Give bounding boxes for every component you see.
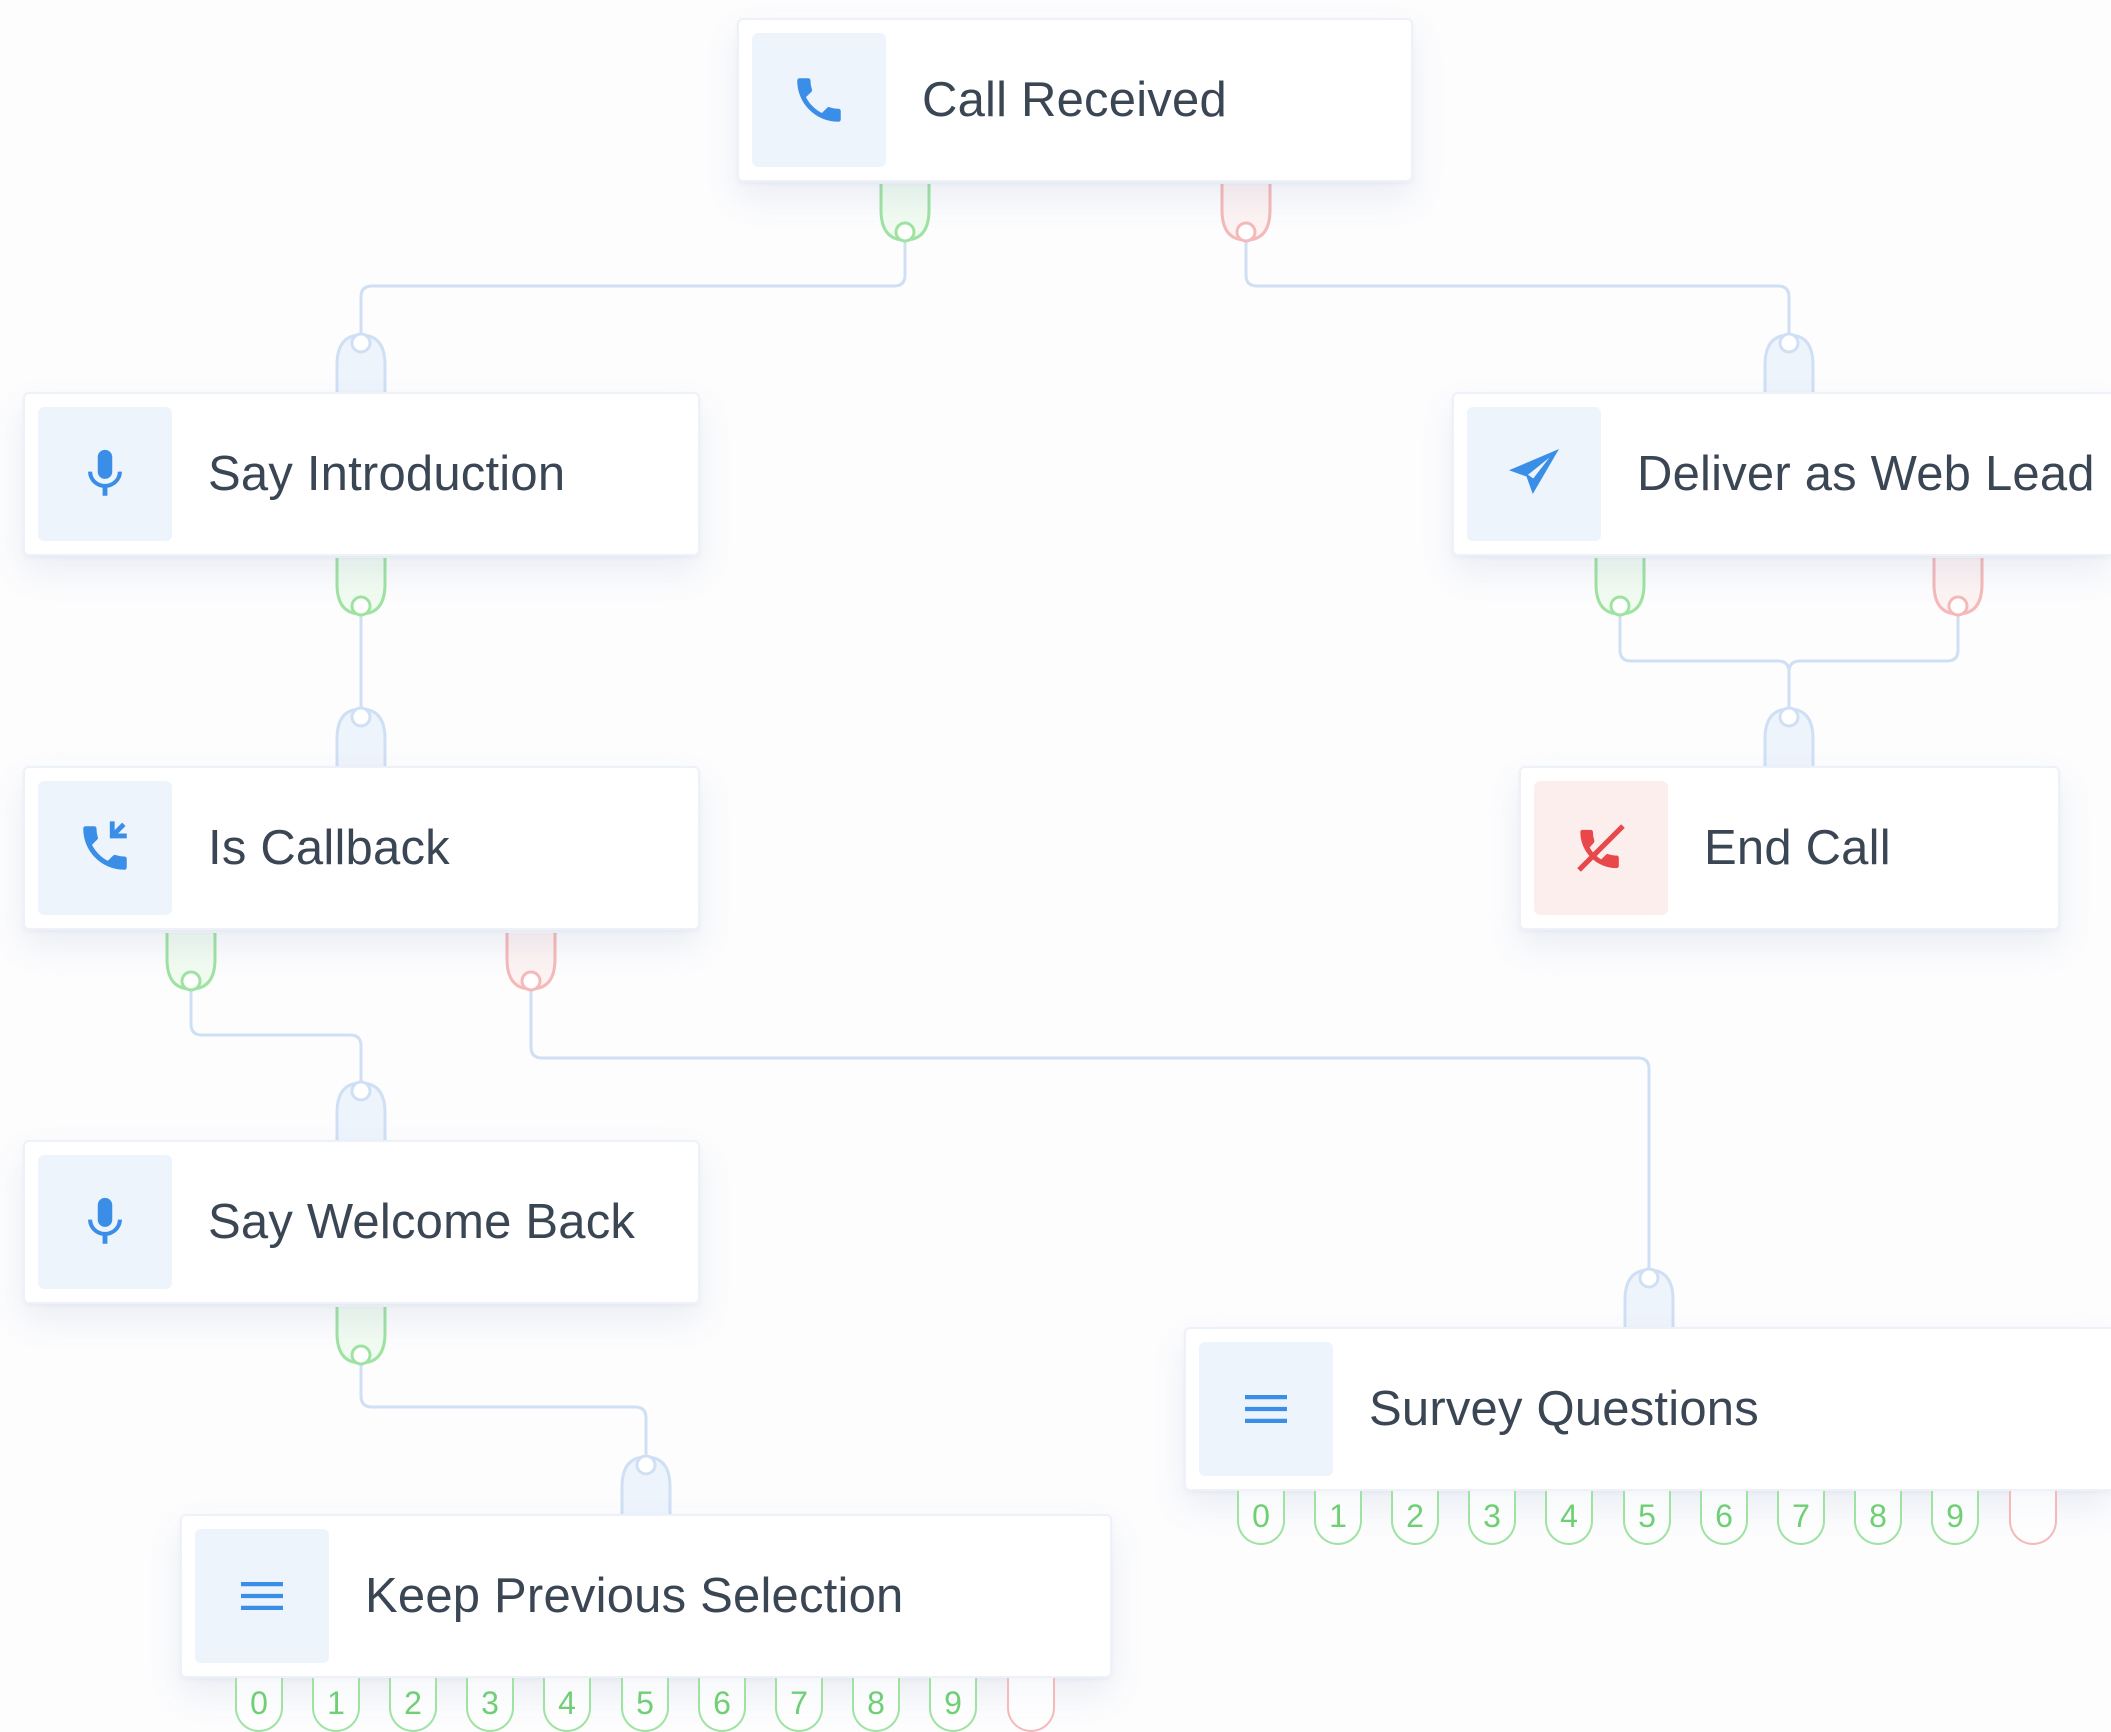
node-label: Keep Previous Selection <box>365 1569 904 1623</box>
connector-say-welcome-back-to-keep-previous <box>359 1355 648 1467</box>
failure-port-is-callback <box>505 933 557 991</box>
success-port-say-introduction <box>335 558 387 616</box>
connector-call-received-to-deliver-web-lead <box>1244 232 1791 345</box>
key-port-5[interactable]: 5 <box>621 1678 669 1732</box>
failure-port-call-received <box>1220 184 1272 242</box>
key-port-5[interactable]: 5 <box>1623 1491 1671 1545</box>
key-port-4[interactable]: 4 <box>543 1678 591 1732</box>
phone-hangup-icon <box>1570 817 1632 879</box>
survey-questions-key-ports: 0 1 2 3 4 5 6 7 8 9 <box>1237 1491 2067 1545</box>
node-label: Call Received <box>922 73 1227 127</box>
success-port-say-welcome-back <box>335 1307 387 1365</box>
keep-previous-key-ports: 0 1 2 3 4 5 6 7 8 9 <box>235 1678 1065 1732</box>
key-port-9[interactable]: 9 <box>1931 1491 1979 1545</box>
connector-deliver-green-to-end-call <box>1618 606 1791 719</box>
failure-port-deliver-web-lead <box>1932 558 1984 616</box>
input-port-deliver-web-lead <box>1763 333 1815 392</box>
key-port-4[interactable]: 4 <box>1545 1491 1593 1545</box>
success-port-call-received <box>879 184 931 242</box>
failure-port-survey-questions[interactable] <box>2009 1491 2057 1545</box>
phone-icon <box>790 71 848 129</box>
success-port-deliver-web-lead <box>1594 558 1646 616</box>
node-icon-box <box>38 781 172 915</box>
menu-lines-icon <box>234 1568 290 1624</box>
node-label: Survey Questions <box>1369 1382 1759 1436</box>
menu-lines-icon <box>1238 1381 1294 1437</box>
key-port-7[interactable]: 7 <box>1777 1491 1825 1545</box>
key-port-8[interactable]: 8 <box>852 1678 900 1732</box>
input-port-say-introduction <box>335 333 387 392</box>
input-port-keep-previous <box>620 1455 672 1514</box>
key-port-3[interactable]: 3 <box>466 1678 514 1732</box>
key-port-1[interactable]: 1 <box>1314 1491 1362 1545</box>
key-port-7[interactable]: 7 <box>775 1678 823 1732</box>
connector-call-received-to-say-introduction <box>359 232 907 345</box>
node-keep-previous-selection[interactable]: Keep Previous Selection <box>180 1514 1112 1678</box>
node-label: Say Introduction <box>208 447 566 501</box>
node-end-call[interactable]: End Call <box>1519 766 2060 930</box>
node-deliver-web-lead[interactable]: Deliver as Web Lead <box>1452 392 2111 556</box>
failure-port-keep-previous[interactable] <box>1007 1678 1055 1732</box>
node-say-welcome-back[interactable]: Say Welcome Back <box>23 1140 700 1304</box>
key-port-3[interactable]: 3 <box>1468 1491 1516 1545</box>
key-port-2[interactable]: 2 <box>1391 1491 1439 1545</box>
node-icon-box <box>38 1155 172 1289</box>
node-label: Say Welcome Back <box>208 1195 636 1249</box>
node-survey-questions[interactable]: Survey Questions <box>1184 1327 2111 1491</box>
node-icon-box <box>38 407 172 541</box>
key-port-6[interactable]: 6 <box>698 1678 746 1732</box>
microphone-icon <box>76 1193 134 1251</box>
microphone-icon <box>76 445 134 503</box>
node-icon-box <box>1534 781 1668 915</box>
phone-callback-icon <box>76 819 134 877</box>
connector-is-callback-to-say-welcome-back <box>189 981 363 1093</box>
node-icon-box <box>752 33 886 167</box>
node-is-callback[interactable]: Is Callback <box>23 766 700 930</box>
node-icon-box <box>195 1529 329 1663</box>
success-port-is-callback <box>165 933 217 991</box>
key-port-6[interactable]: 6 <box>1700 1491 1748 1545</box>
paper-plane-icon <box>1504 444 1564 504</box>
node-icon-box <box>1467 407 1601 541</box>
key-port-9[interactable]: 9 <box>929 1678 977 1732</box>
input-port-say-welcome-back <box>335 1081 387 1140</box>
key-port-0[interactable]: 0 <box>235 1678 283 1732</box>
input-port-survey-questions <box>1623 1268 1675 1327</box>
key-port-1[interactable]: 1 <box>312 1678 360 1732</box>
node-label: Deliver as Web Lead <box>1637 447 2095 501</box>
node-say-introduction[interactable]: Say Introduction <box>23 392 700 556</box>
key-port-8[interactable]: 8 <box>1854 1491 1902 1545</box>
node-label: Is Callback <box>208 821 450 875</box>
connector-deliver-red-to-end-call <box>1787 606 1960 673</box>
node-icon-box <box>1199 1342 1333 1476</box>
key-port-2[interactable]: 2 <box>389 1678 437 1732</box>
key-port-0[interactable]: 0 <box>1237 1491 1285 1545</box>
input-port-is-callback <box>335 707 387 766</box>
node-call-received[interactable]: Call Received <box>737 18 1413 182</box>
input-port-end-call <box>1763 707 1815 766</box>
node-label: End Call <box>1704 821 1891 875</box>
